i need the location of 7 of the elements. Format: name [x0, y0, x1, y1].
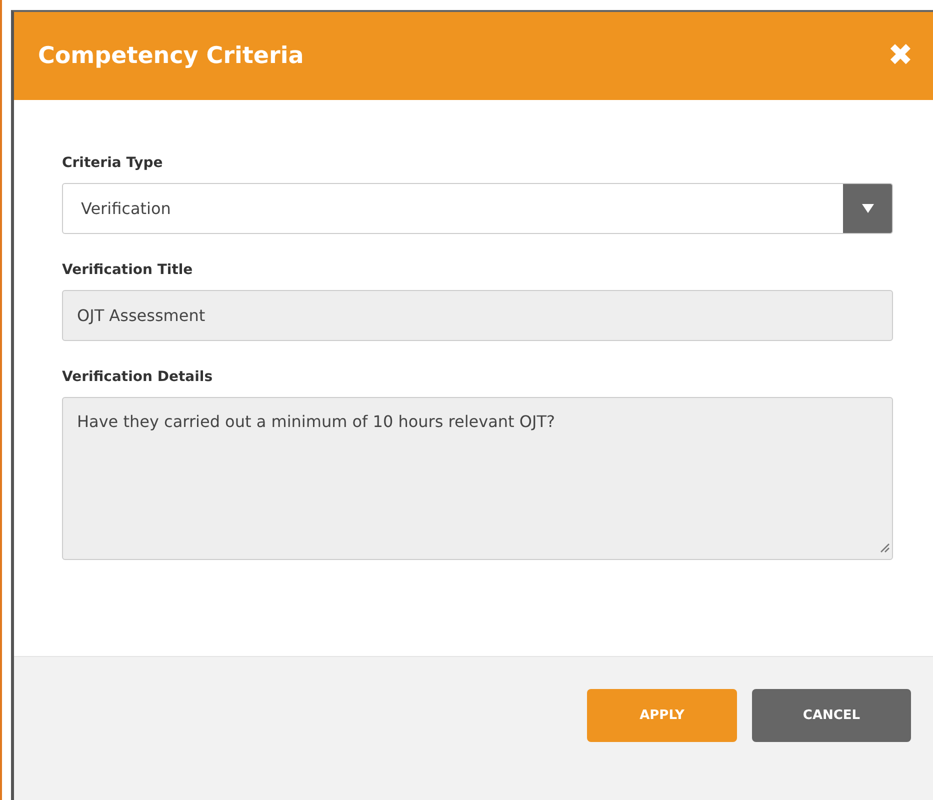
dropdown-field[interactable]: Verification [62, 183, 893, 234]
field-label: Verification Title [62, 262, 194, 278]
field-label: Verification Details [62, 369, 214, 385]
dialog-title: Competency Criteria [38, 43, 304, 69]
caret-down-icon [862, 204, 874, 213]
field-label: Criteria Type [62, 155, 164, 171]
cancel-button[interactable]: CANCEL [752, 689, 911, 742]
